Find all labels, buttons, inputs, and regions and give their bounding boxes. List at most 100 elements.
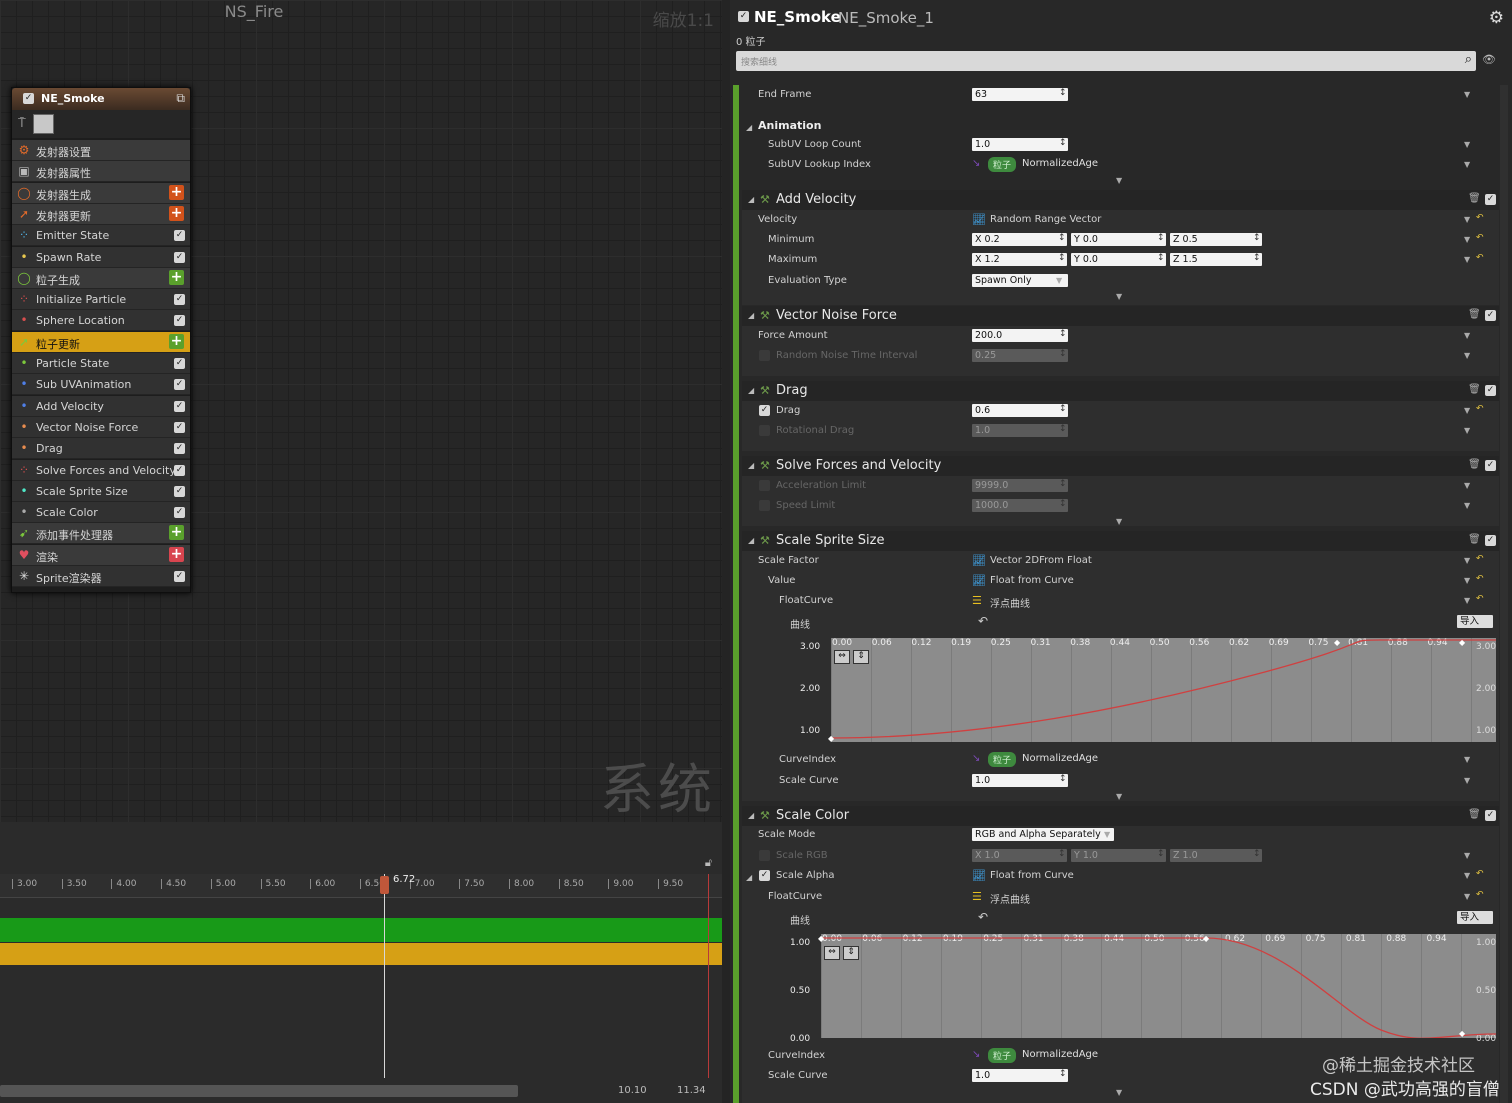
module-enable-checkbox[interactable]: ✓ xyxy=(174,485,185,497)
drag-handle-icon[interactable]: ↕ xyxy=(1253,253,1261,263)
collapse-arrow-icon[interactable]: ◢ xyxy=(748,461,754,470)
collapse-arrow-icon[interactable]: ◢ xyxy=(748,811,754,820)
collapse-arrow-icon[interactable]: ◢ xyxy=(746,873,752,882)
timeline-scrollbar[interactable] xyxy=(0,1085,518,1097)
add-module-button[interactable]: + xyxy=(169,333,184,349)
emitter-node[interactable]: ✓ NE_Smoke ⧉ ⍑ ⚙ 发射器设置 ▣ 发射器属性 ◯ 发射器生成 + ➚ 发射器更新… xyxy=(11,87,191,593)
graph-canvas[interactable]: NS_Fire 缩放1:1 系统 ✓ NE_Smoke ⧉ ⍑ ⚙ 发射器设置 ▣ 发… xyxy=(0,0,722,822)
node-stack-item[interactable]: ➚ 发射器更新 + xyxy=(12,203,190,225)
expand-more-icon[interactable]: ▼ xyxy=(1116,792,1122,801)
module-enable-checkbox[interactable]: ✓ xyxy=(174,443,185,455)
module-enable-checkbox[interactable]: ✓ xyxy=(174,421,185,433)
module-enable-checkbox[interactable]: ✓ xyxy=(174,251,185,263)
drag-handle-icon[interactable]: ↕ xyxy=(1157,233,1165,243)
reset-icon[interactable]: ↶ xyxy=(1476,869,1484,879)
property-checkbox[interactable] xyxy=(759,480,770,491)
node-stack-item[interactable]: ▣ 发射器属性 xyxy=(12,161,190,183)
drag-handle-icon[interactable]: ↕ xyxy=(1059,1069,1067,1079)
node-enable-checkbox[interactable]: ✓ xyxy=(23,93,34,104)
value-field[interactable]: 63 xyxy=(972,88,1068,101)
reset-icon[interactable]: ↶ xyxy=(1476,213,1484,223)
node-stack-item[interactable]: • Spawn Rate ✓ xyxy=(12,246,190,268)
reset-icon[interactable]: ↶ xyxy=(1476,890,1484,900)
reset-icon[interactable]: ↶ xyxy=(1476,233,1484,243)
node-stack-item[interactable]: • Scale Sprite Size ✓ xyxy=(12,480,190,502)
drag-handle-icon[interactable]: ↕ xyxy=(1059,424,1067,434)
playhead-handle[interactable] xyxy=(380,876,389,894)
curve-tool-icon[interactable]: ↶ xyxy=(978,614,988,628)
reset-icon[interactable]: ↶ xyxy=(1476,253,1484,263)
dropdown-arrow-icon[interactable]: ▼ xyxy=(1464,851,1470,860)
value-field[interactable]: Y 1.0 xyxy=(1071,849,1166,862)
node-stack-item[interactable]: ✳ Sprite渲染器 ✓ xyxy=(12,566,190,587)
collapse-arrow-icon[interactable]: ◢ xyxy=(748,386,754,395)
value-field[interactable]: 200.0 xyxy=(972,329,1068,342)
expand-more-icon[interactable]: ▼ xyxy=(1116,176,1122,185)
module-enable-checkbox[interactable]: ✓ xyxy=(174,464,185,476)
module-enable-checkbox[interactable]: ✓ xyxy=(174,571,185,582)
property-checkbox[interactable]: ✓ xyxy=(759,870,770,881)
section-enable-checkbox[interactable]: ✓ xyxy=(1485,810,1496,821)
value-field[interactable]: 1.0 xyxy=(972,1069,1068,1082)
reset-icon[interactable]: ↶ xyxy=(1476,554,1484,564)
curve-tool-icon[interactable]: ↶ xyxy=(978,910,988,924)
property-checkbox[interactable]: ✓ xyxy=(759,405,770,416)
reset-icon[interactable]: ↶ xyxy=(1476,574,1484,584)
keyframe-icon[interactable]: ◆ xyxy=(828,734,834,743)
timeline-ruler[interactable]: 3.00 3.50 4.00 4.50 5.00 5.50 6.00 6.50 7.00 7.50… xyxy=(0,874,722,898)
delete-icon[interactable]: 🗑︎ xyxy=(1468,309,1481,320)
property-checkbox[interactable] xyxy=(759,500,770,511)
dropdown-arrow-icon[interactable]: ▼ xyxy=(1464,255,1470,264)
delete-icon[interactable]: 🗑︎ xyxy=(1468,809,1481,820)
value-field[interactable]: 0.6 xyxy=(972,404,1068,417)
module-enable-checkbox[interactable]: ✓ xyxy=(174,315,185,327)
drag-handle-icon[interactable]: ↕ xyxy=(1058,233,1066,243)
property-checkbox[interactable] xyxy=(759,850,770,861)
dropdown-arrow-icon[interactable]: ▼ xyxy=(1056,276,1062,285)
lock-icon[interactable]: 🔓︎ xyxy=(705,856,712,870)
dropdown-arrow-icon[interactable]: ▼ xyxy=(1464,351,1470,360)
drag-handle-icon[interactable]: ↕ xyxy=(1059,774,1067,784)
value-field[interactable]: 1000.0 xyxy=(972,499,1068,512)
value-field[interactable]: Z 0.5 xyxy=(1170,233,1262,246)
collapse-arrow-icon[interactable]: ◢ xyxy=(748,311,754,320)
dropdown-arrow-icon[interactable]: ▼ xyxy=(1104,830,1110,839)
collapse-arrow-icon[interactable]: ◢ xyxy=(748,536,754,545)
keyframe-icon[interactable]: ◆ xyxy=(1334,638,1340,647)
add-module-button[interactable]: + xyxy=(169,205,184,221)
particle-track-bar[interactable] xyxy=(0,943,722,965)
value-field[interactable]: X 1.0 xyxy=(972,849,1067,862)
dropdown-arrow-icon[interactable]: ▼ xyxy=(1464,160,1470,169)
drag-handle-icon[interactable]: ↕ xyxy=(1058,253,1066,263)
section-header-drag[interactable] xyxy=(742,381,1499,401)
node-header[interactable]: ✓ NE_Smoke ⧉ xyxy=(12,88,190,110)
dropdown-arrow-icon[interactable]: ▼ xyxy=(1464,501,1470,510)
dropdown-arrow-icon[interactable]: ▼ xyxy=(1464,776,1470,785)
node-stack-item[interactable]: • Add Velocity ✓ xyxy=(12,395,190,417)
dropdown-arrow-icon[interactable]: ▼ xyxy=(1464,140,1470,149)
delete-icon[interactable]: 🗑︎ xyxy=(1468,193,1481,204)
expand-more-icon[interactable]: ▼ xyxy=(1116,1088,1122,1097)
section-enable-checkbox[interactable]: ✓ xyxy=(1485,310,1496,321)
thumbnail-icon[interactable] xyxy=(33,114,54,134)
node-stack-item[interactable]: • Sub UVAnimation ✓ xyxy=(12,374,190,396)
dropdown-arrow-icon[interactable]: ▼ xyxy=(1464,426,1470,435)
drag-handle-icon[interactable]: ↕ xyxy=(1253,233,1261,243)
node-stack-item[interactable]: ⁘ Emitter State ✓ xyxy=(12,225,190,247)
import-button[interactable]: 导入 xyxy=(1457,615,1493,628)
value-field[interactable]: X 0.2 xyxy=(972,233,1067,246)
drag-handle-icon[interactable]: ↕ xyxy=(1059,404,1067,414)
pin-icon[interactable]: ⍑ xyxy=(18,116,26,131)
drag-handle-icon[interactable]: ↕ xyxy=(1157,253,1165,263)
drag-handle-icon[interactable]: ↕ xyxy=(1059,349,1067,359)
module-enable-checkbox[interactable]: ✓ xyxy=(174,230,185,242)
dropdown-arrow-icon[interactable]: ▼ xyxy=(1464,331,1470,340)
add-module-button[interactable]: + xyxy=(169,546,184,562)
node-stack-item[interactable]: • Drag ✓ xyxy=(12,438,190,460)
dropdown-arrow-icon[interactable]: ▼ xyxy=(1464,576,1470,585)
drag-handle-icon[interactable]: ↕ xyxy=(1253,849,1261,859)
dropdown-arrow-icon[interactable]: ▼ xyxy=(1464,892,1470,901)
collapse-arrow-icon[interactable]: ◢ xyxy=(748,195,754,204)
module-enable-checkbox[interactable]: ✓ xyxy=(174,507,185,519)
section-enable-checkbox[interactable]: ✓ xyxy=(1485,385,1496,396)
